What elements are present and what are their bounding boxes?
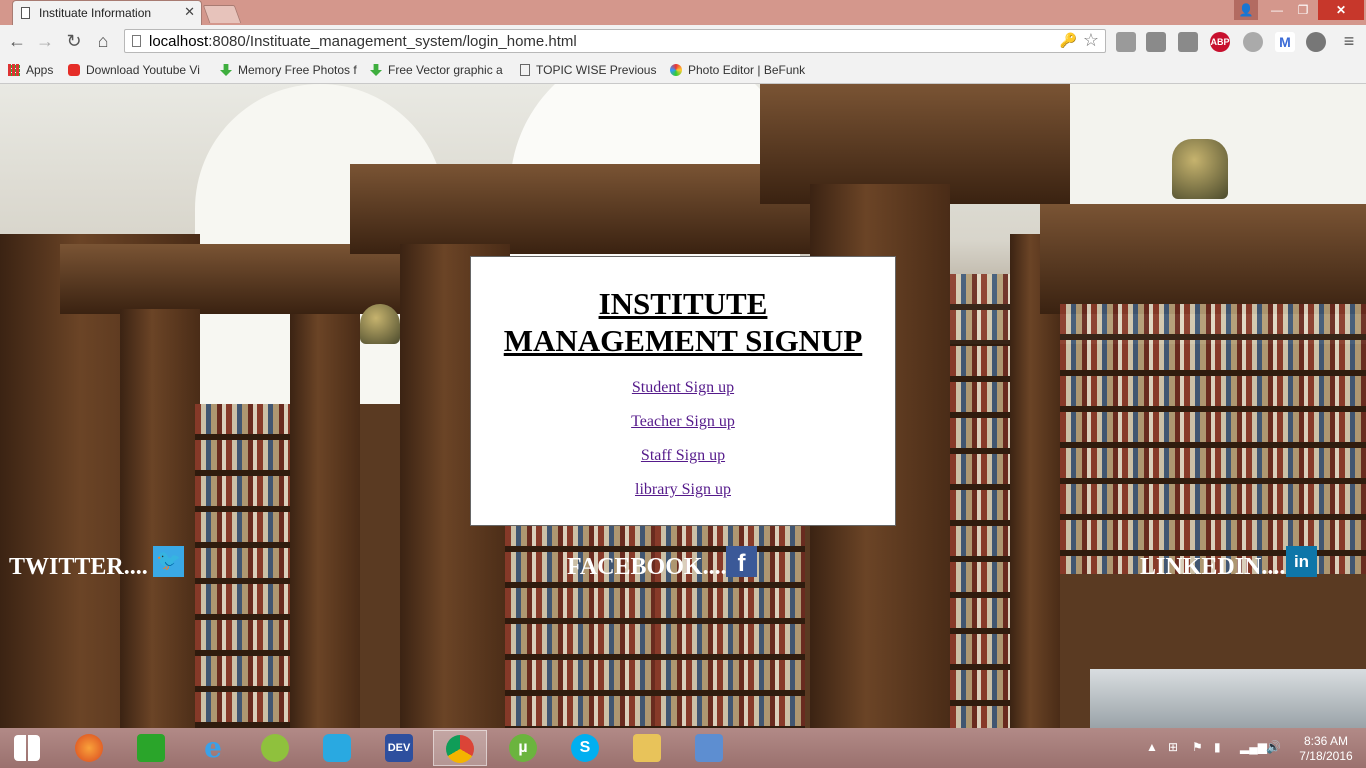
file-explorer-icon[interactable] bbox=[620, 730, 674, 766]
chrome-icon[interactable] bbox=[433, 730, 487, 766]
clock-date: 7/18/2016 bbox=[1299, 749, 1353, 763]
bookmark-label: Download Youtube Vi bbox=[86, 63, 200, 77]
bookmark-apps[interactable]: Apps bbox=[8, 63, 53, 77]
twitter-label: TWITTER.... bbox=[9, 554, 148, 580]
bookmark-label: Photo Editor | BeFunk bbox=[688, 63, 806, 77]
forward-icon[interactable]: → bbox=[34, 30, 56, 52]
tab-close-icon[interactable]: ✕ bbox=[184, 4, 195, 20]
download-arrow-icon bbox=[220, 64, 232, 76]
user-profile-icon[interactable]: 👤 bbox=[1234, 0, 1258, 20]
twitter-icon[interactable]: 🐦 bbox=[153, 546, 184, 577]
show-hidden-icons[interactable]: ▲ bbox=[1146, 740, 1158, 754]
address-bar[interactable]: localhost:8080/Instituate_management_sys… bbox=[124, 29, 1106, 53]
adblock-plus-icon[interactable]: ABP bbox=[1210, 32, 1230, 52]
gmail-icon[interactable]: M bbox=[1275, 32, 1295, 52]
signup-title-line2: MANAGEMENT SIGNUP bbox=[503, 323, 863, 358]
browser-toolbar: ← → ↻ ⌂ localhost:8080/Instituate_manage… bbox=[0, 25, 1366, 59]
window-close-icon[interactable]: ✕ bbox=[1318, 0, 1364, 20]
reload-icon[interactable]: ↻ bbox=[63, 30, 85, 52]
bookmark-free-vector[interactable]: Free Vector graphic a bbox=[370, 63, 503, 77]
page-content: INSTITUTE MANAGEMENT SIGNUP Student Sign… bbox=[0, 84, 1366, 728]
browser-titlebar: Instituate Information ✕ 👤 — ❐ ✕ bbox=[0, 0, 1366, 25]
url-path: :8080/Instituate_management_system/login… bbox=[208, 33, 577, 50]
teacher-signup-link[interactable]: Teacher Sign up bbox=[471, 413, 895, 431]
bookmark-topic-wise[interactable]: TOPIC WISE Previous bbox=[520, 63, 656, 77]
dev-cpp-icon[interactable]: DEV bbox=[372, 730, 426, 766]
new-tab-button[interactable] bbox=[202, 5, 242, 23]
page-icon bbox=[520, 64, 530, 76]
volume-icon[interactable]: 🔊 bbox=[1266, 740, 1281, 754]
facebook-label: FACEBOOK.... bbox=[567, 554, 727, 580]
share-icon[interactable] bbox=[310, 730, 364, 766]
background-lamp bbox=[360, 304, 400, 344]
battery-icon[interactable]: ▮ bbox=[1214, 740, 1221, 754]
back-icon[interactable]: ← bbox=[6, 30, 28, 52]
apps-grid-icon bbox=[8, 64, 20, 76]
student-signup-link[interactable]: Student Sign up bbox=[471, 379, 895, 397]
windows-taskbar: e DEV µ S ▲ ⊞ ⚑ ▮ ▂▄▆ 🔊 8:36 AM 7/18/201… bbox=[0, 728, 1366, 768]
tab-title: Instituate Information bbox=[39, 6, 152, 20]
url-text: localhost:8080/Instituate_management_sys… bbox=[149, 33, 577, 50]
home-icon[interactable]: ⌂ bbox=[92, 30, 114, 52]
background-bookshelf bbox=[195, 404, 295, 728]
bookmarks-bar: Apps Download Youtube Vi Memory Free Pho… bbox=[0, 59, 1366, 84]
key-icon[interactable]: 🔑 bbox=[1060, 32, 1077, 49]
system-clock[interactable]: 8:36 AM 7/18/2016 bbox=[1296, 734, 1356, 764]
url-host: localhost bbox=[149, 33, 209, 50]
android-studio-icon[interactable] bbox=[248, 730, 302, 766]
signup-title: INSTITUTE MANAGEMENT SIGNUP bbox=[471, 285, 895, 359]
signup-title-line1: INSTITUTE bbox=[598, 286, 768, 321]
network-icon[interactable]: ▂▄▆ bbox=[1240, 740, 1267, 754]
puzzle-icon[interactable] bbox=[1146, 32, 1166, 52]
skype-icon[interactable]: S bbox=[558, 730, 612, 766]
download-arrow-icon bbox=[370, 64, 382, 76]
background-bookshelf bbox=[1060, 304, 1366, 574]
extension-icon[interactable] bbox=[1116, 32, 1136, 52]
utorrent-icon[interactable]: µ bbox=[496, 730, 550, 766]
page-icon bbox=[132, 35, 141, 47]
store-icon[interactable] bbox=[124, 730, 178, 766]
bookmark-memory-free-photos[interactable]: Memory Free Photos f bbox=[220, 63, 357, 77]
staff-signup-link[interactable]: Staff Sign up bbox=[471, 447, 895, 465]
bookmark-star-icon[interactable]: ☆ bbox=[1083, 30, 1099, 51]
library-signup-link[interactable]: library Sign up bbox=[471, 481, 895, 499]
facebook-icon[interactable]: f bbox=[726, 546, 757, 577]
windows-start-icon[interactable] bbox=[0, 730, 54, 766]
flag-icon[interactable]: ⚑ bbox=[1192, 740, 1203, 754]
bookmark-label: Free Vector graphic a bbox=[388, 63, 503, 77]
linkedin-label: LINKEDIN.... bbox=[1140, 554, 1286, 580]
firefox-icon[interactable] bbox=[62, 730, 116, 766]
bookmark-label: Apps bbox=[26, 63, 54, 77]
clock-time: 8:36 AM bbox=[1303, 734, 1349, 748]
windows-tray-icon[interactable]: ⊞ bbox=[1168, 740, 1178, 754]
menu-icon[interactable]: ≡ bbox=[1338, 30, 1360, 52]
extension-icon[interactable] bbox=[1306, 32, 1326, 52]
background-lamp bbox=[1172, 139, 1228, 199]
signup-panel: INSTITUTE MANAGEMENT SIGNUP Student Sign… bbox=[470, 256, 896, 526]
background-doorway bbox=[1090, 669, 1366, 728]
background-bookshelf bbox=[950, 274, 1010, 728]
youtube-icon bbox=[68, 64, 80, 76]
maximize-icon[interactable]: ❐ bbox=[1290, 0, 1316, 20]
bookmark-label: TOPIC WISE Previous bbox=[536, 63, 657, 77]
virtualbox-icon[interactable] bbox=[682, 730, 736, 766]
befunky-icon bbox=[670, 64, 682, 76]
background-cornice bbox=[60, 244, 410, 314]
puzzle-icon[interactable] bbox=[1178, 32, 1198, 52]
bookmark-photo-editor[interactable]: Photo Editor | BeFunk bbox=[670, 63, 805, 77]
background-column bbox=[290, 314, 360, 728]
extension-icon[interactable] bbox=[1243, 32, 1263, 52]
background-cornice bbox=[1040, 204, 1366, 314]
page-icon bbox=[21, 7, 30, 19]
bookmark-youtube[interactable]: Download Youtube Vi bbox=[68, 63, 200, 77]
background-cornice bbox=[350, 164, 830, 254]
internet-explorer-icon[interactable]: e bbox=[186, 730, 240, 766]
linkedin-icon[interactable]: in bbox=[1286, 546, 1317, 577]
browser-tab[interactable]: Instituate Information ✕ bbox=[12, 0, 202, 25]
minimize-icon[interactable]: — bbox=[1264, 0, 1290, 20]
bookmark-label: Memory Free Photos f bbox=[238, 63, 357, 77]
background-column bbox=[120, 309, 200, 728]
